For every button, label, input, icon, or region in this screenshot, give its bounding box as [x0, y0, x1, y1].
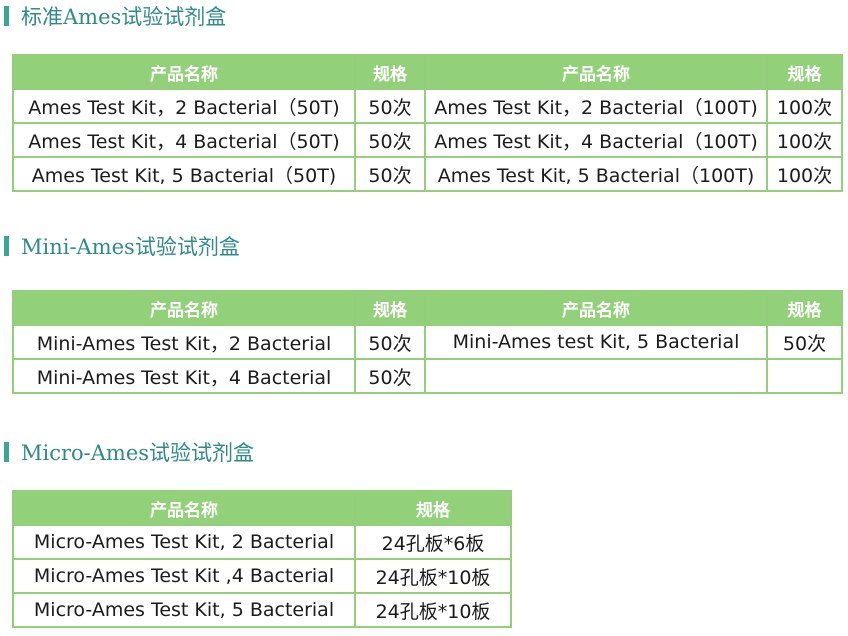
table-row: Ames Test Kit，2 Bacterial（50T) 50次 Ames … — [12, 88, 843, 124]
header-product-name: 产品名称 — [424, 290, 768, 326]
spec-cell: 50次 — [354, 324, 426, 360]
product-name-cell: Ames Test Kit, 5 Bacterial（50T) — [12, 156, 356, 192]
table-row: Ames Test Kit, 5 Bacterial（50T) 50次 Ames… — [12, 156, 843, 192]
title-bar-marker — [4, 6, 9, 26]
product-name-cell: Micro-Ames Test Kit, 5 Bacterial — [12, 592, 356, 628]
product-name-cell: Ames Test Kit，4 Bacterial（50T) — [12, 122, 356, 158]
product-name-cell: Mini-Ames test Kit, 5 Bacterial — [424, 324, 768, 360]
header-spec: 规格 — [766, 54, 843, 90]
product-name-cell: Ames Test Kit，2 Bacterial（100T) — [424, 88, 768, 124]
spec-cell: 24孔板*6板 — [354, 524, 512, 560]
product-name-cell: Ames Test Kit，4 Bacterial（100T) — [424, 122, 768, 158]
table-row: Micro-Ames Test Kit, 2 Bacterial 24孔板*6板 — [12, 524, 512, 560]
spec-cell: 100次 — [766, 156, 843, 192]
spec-cell: 50次 — [354, 122, 426, 158]
table-header-row: 产品名称 规格 产品名称 规格 — [12, 54, 843, 90]
section-title-text: Mini-Ames试验试剂盒 — [21, 235, 240, 259]
product-name-cell: Micro-Ames Test Kit ,4 Bacterial — [12, 558, 356, 594]
header-spec: 规格 — [354, 490, 512, 526]
table-row: Mini-Ames Test Kit，2 Bacterial 50次 Mini-… — [12, 324, 843, 360]
table-header-row: 产品名称 规格 产品名称 规格 — [12, 290, 843, 326]
header-product-name: 产品名称 — [12, 490, 356, 526]
spec-cell: 24孔板*10板 — [354, 592, 512, 628]
section-title-micro-ames: Micro-Ames试验试剂盒 — [4, 439, 254, 465]
spec-cell: 50次 — [354, 156, 426, 192]
spec-cell: 100次 — [766, 88, 843, 124]
table-header-row: 产品名称 规格 — [12, 490, 512, 526]
header-spec: 规格 — [354, 290, 426, 326]
title-bar-marker — [4, 236, 9, 256]
spec-cell: 50次 — [766, 324, 843, 360]
header-spec: 规格 — [354, 54, 426, 90]
product-name-cell: Micro-Ames Test Kit, 2 Bacterial — [12, 524, 356, 560]
product-name-cell: Ames Test Kit，2 Bacterial（50T) — [12, 88, 356, 124]
product-name-cell — [424, 358, 768, 394]
table-row: Ames Test Kit，4 Bacterial（50T) 50次 Ames … — [12, 122, 843, 158]
table-row: Micro-Ames Test Kit, 5 Bacterial 24孔板*10… — [12, 592, 512, 628]
micro-ames-table: 产品名称 规格 Micro-Ames Test Kit, 2 Bacterial… — [12, 490, 512, 628]
section-title-text: Micro-Ames试验试剂盒 — [21, 441, 255, 465]
spec-cell: 50次 — [354, 358, 426, 394]
product-name-cell: Mini-Ames Test Kit，4 Bacterial — [12, 358, 356, 394]
standard-ames-table: 产品名称 规格 产品名称 规格 Ames Test Kit，2 Bacteria… — [12, 54, 843, 192]
mini-ames-table: 产品名称 规格 产品名称 规格 Mini-Ames Test Kit，2 Bac… — [12, 290, 843, 394]
title-bar-marker — [4, 442, 9, 462]
header-product-name: 产品名称 — [424, 54, 768, 90]
spec-cell — [766, 358, 843, 394]
section-title-standard-ames: 标准Ames试验试剂盒 — [4, 3, 226, 29]
section-title-text: 标准Ames试验试剂盒 — [21, 5, 227, 29]
product-name-cell: Mini-Ames Test Kit，2 Bacterial — [12, 324, 356, 360]
spec-cell: 50次 — [354, 88, 426, 124]
header-product-name: 产品名称 — [12, 54, 356, 90]
table-row: Micro-Ames Test Kit ,4 Bacterial 24孔板*10… — [12, 558, 512, 594]
table-row: Mini-Ames Test Kit，4 Bacterial 50次 — [12, 358, 843, 394]
header-spec: 规格 — [766, 290, 843, 326]
section-title-mini-ames: Mini-Ames试验试剂盒 — [4, 233, 240, 259]
spec-cell: 24孔板*10板 — [354, 558, 512, 594]
header-product-name: 产品名称 — [12, 290, 356, 326]
spec-cell: 100次 — [766, 122, 843, 158]
product-name-cell: Ames Test Kit, 5 Bacterial（100T) — [424, 156, 768, 192]
